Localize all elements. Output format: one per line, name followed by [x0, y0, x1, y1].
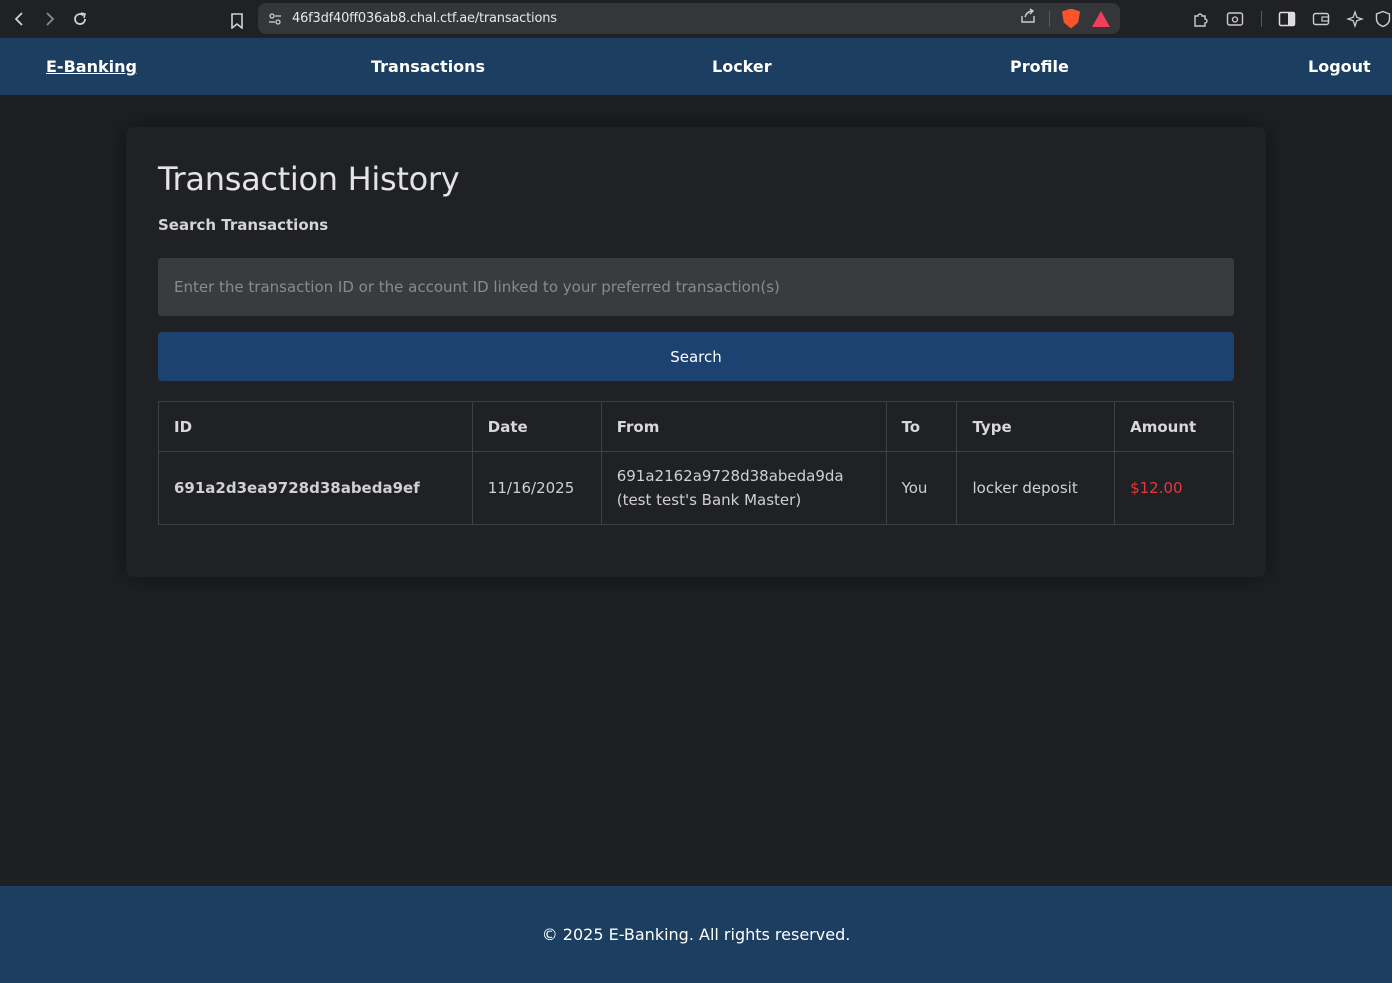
transaction-amount: $12.00 — [1114, 451, 1234, 525]
forward-icon[interactable] — [34, 4, 64, 34]
header-from: From — [600, 401, 887, 452]
divider — [1254, 4, 1268, 34]
from-account-name: (test test's Bank Master) — [616, 491, 802, 509]
search-label: Search Transactions — [158, 216, 329, 234]
reload-icon[interactable] — [65, 4, 95, 34]
site-navbar: E-Banking Transactions Locker Profile Lo… — [0, 38, 1392, 95]
transaction-type: locker deposit — [956, 451, 1116, 525]
footer-copyright: © 2025 E-Banking. All rights reserved. — [541, 925, 851, 944]
transaction-from: 691a2162a9728d38abeda9da (test test's Ba… — [600, 451, 887, 525]
sidebar-icon[interactable] — [1272, 4, 1302, 34]
transactions-table: ID Date From To Type Amount 691a2d3ea972… — [158, 401, 1234, 525]
page-title: Transaction History — [158, 160, 460, 198]
brave-shields-icon[interactable] — [1062, 8, 1080, 29]
brave-rewards-icon[interactable] — [1092, 10, 1110, 27]
nav-brand-link[interactable]: E-Banking — [46, 38, 137, 96]
header-amount: Amount — [1114, 401, 1234, 452]
nav-profile-link[interactable]: Profile — [1010, 38, 1069, 96]
header-id: ID — [158, 401, 473, 452]
bookmark-icon[interactable] — [222, 6, 252, 36]
browser-tools — [1186, 0, 1392, 38]
header-to: To — [885, 401, 958, 452]
vpn-icon[interactable] — [1374, 4, 1392, 34]
table-row: 691a2d3ea9728d38abeda9ef 11/16/2025 691a… — [158, 451, 1234, 525]
search-button[interactable]: Search — [158, 332, 1234, 381]
header-type: Type — [956, 401, 1116, 452]
transaction-to: You — [885, 451, 958, 525]
site-footer: © 2025 E-Banking. All rights reserved. — [0, 886, 1392, 983]
header-date: Date — [471, 401, 602, 452]
nav-transactions-link[interactable]: Transactions — [371, 38, 485, 96]
back-icon[interactable] — [5, 4, 35, 34]
from-account-id: 691a2162a9728d38abeda9da — [616, 467, 844, 485]
leo-ai-icon[interactable] — [1340, 4, 1370, 34]
transaction-date: 11/16/2025 — [471, 451, 602, 525]
wallet-icon[interactable] — [1306, 4, 1336, 34]
nav-logout-link[interactable]: Logout — [1308, 38, 1371, 96]
site-settings-icon[interactable] — [258, 12, 292, 25]
divider — [1049, 10, 1050, 27]
url-text[interactable]: 46f3df40ff036ab8.chal.ctf.ae/transaction… — [292, 11, 557, 26]
browser-toolbar: 46f3df40ff036ab8.chal.ctf.ae/transaction… — [0, 0, 1392, 38]
nav-locker-link[interactable]: Locker — [712, 38, 772, 96]
search-input[interactable] — [158, 258, 1234, 316]
screenshot-icon[interactable] — [1220, 4, 1250, 34]
transaction-id: 691a2d3ea9728d38abeda9ef — [158, 451, 473, 525]
table-header-row: ID Date From To Type Amount — [158, 401, 1234, 452]
address-bar[interactable]: 46f3df40ff036ab8.chal.ctf.ae/transaction… — [258, 3, 1120, 34]
extensions-icon[interactable] — [1186, 4, 1216, 34]
share-icon[interactable] — [1019, 8, 1037, 29]
